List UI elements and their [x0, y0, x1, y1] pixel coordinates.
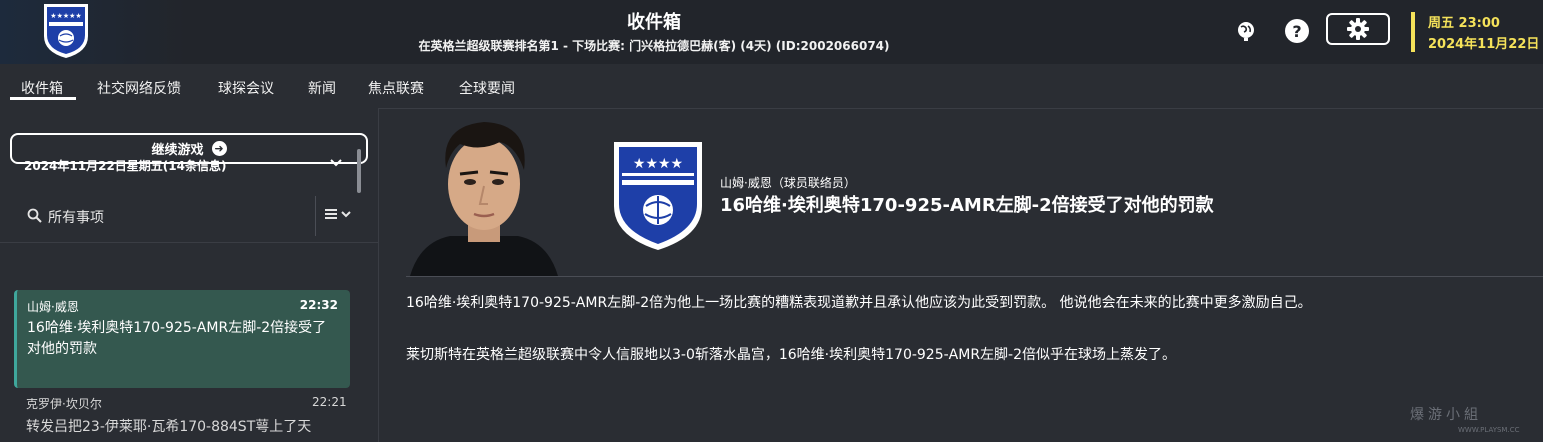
tab-world-news[interactable]: 全球要闻: [459, 78, 515, 98]
settings-button[interactable]: [1326, 13, 1390, 45]
watermark-logo: 爆游小組: [1410, 407, 1482, 423]
globe-button[interactable]: [1233, 18, 1259, 44]
tab-inbox[interactable]: 收件箱: [21, 78, 63, 98]
continue-game-label: 继续游戏: [151, 143, 204, 158]
arrow-right-icon: ➜: [211, 141, 227, 156]
tab-news[interactable]: 新闻: [308, 78, 336, 98]
message-list-item-selected[interactable]: 山姆·威恩 22:32 16哈维·埃利奥特170-925-AMR左脚-2倍接受了…: [14, 290, 350, 388]
message-body-paragraph: 16哈维·埃利奥特170-925-AMR左脚-2倍为他上一场比赛的糟糕表现道歉并…: [406, 295, 1312, 311]
clock-accent-bar: [1411, 12, 1415, 52]
filter-search-input[interactable]: 所有事项: [48, 207, 104, 227]
content-divider: [406, 276, 1543, 277]
clock-date[interactable]: 2024年11月22日: [1428, 33, 1539, 52]
message-time: 22:32: [299, 298, 338, 312]
message-sender: 山姆·威恩: [27, 300, 79, 314]
tab-social-feedback[interactable]: 社交网络反馈: [97, 78, 181, 98]
active-tab-indicator: [10, 97, 76, 100]
svg-text:★★★★: ★★★★: [633, 156, 683, 172]
top-bar: ★★★★★ 收件箱 在英格兰超级联赛排名第1 - 下场比赛: 门兴格拉德巴赫(客…: [0, 0, 1543, 64]
globe-icon: [1238, 22, 1254, 41]
chevron-down-icon[interactable]: [330, 158, 342, 168]
club-badge-icon[interactable]: ★★★★: [612, 140, 704, 252]
tab-scouting-meeting[interactable]: 球探会议: [218, 78, 274, 98]
message-headline: 16哈维·埃利奥特170-925-AMR左脚-2倍接受了对他的罚款: [720, 195, 1214, 216]
message-sender-name[interactable]: 山姆·威恩（球员联络员）: [720, 174, 856, 191]
player-photo[interactable]: [410, 112, 558, 276]
page-title: 收件箱: [627, 12, 681, 33]
filter-divider: [315, 196, 316, 236]
sidebar-scrollbar[interactable]: [357, 149, 361, 193]
watermark-url: WWW.PLAYSM.CC: [1458, 426, 1520, 434]
message-body-paragraph: 莱切斯特在英格兰超级联赛中令人信服地以3-0斩落水晶宫，16哈维·埃利奥特170…: [406, 347, 1177, 363]
message-sender[interactable]: 克罗伊·坎贝尔: [26, 395, 102, 412]
help-icon: ?: [1285, 19, 1309, 43]
tab-focus-leagues[interactable]: 焦点联赛: [368, 78, 424, 98]
gear-icon: [1347, 18, 1369, 40]
search-icon: [27, 208, 42, 223]
date-group-header[interactable]: 2024年11月22日星期五(14条信息): [24, 157, 226, 174]
sort-icon[interactable]: [325, 206, 355, 222]
club-status-subtitle: 在英格兰超级联赛排名第1 - 下场比赛: 门兴格拉德巴赫(客) (4天) (ID…: [418, 39, 890, 53]
tab-bar: 收件箱 社交网络反馈 球探会议 新闻 焦点联赛 全球要闻: [0, 64, 1543, 109]
filter-row: 所有事项: [0, 190, 378, 243]
message-subject[interactable]: 转发吕把23-伊莱耶·瓦希170-884ST萼上了天: [26, 416, 311, 436]
message-time: 22:21: [312, 395, 347, 409]
clock-day-time[interactable]: 周五 23:00: [1428, 12, 1500, 31]
help-button[interactable]: ?: [1284, 18, 1310, 44]
message-subject: 16哈维·埃利奥特170-925-AMR左脚-2倍接受了对他的罚款: [27, 320, 327, 357]
